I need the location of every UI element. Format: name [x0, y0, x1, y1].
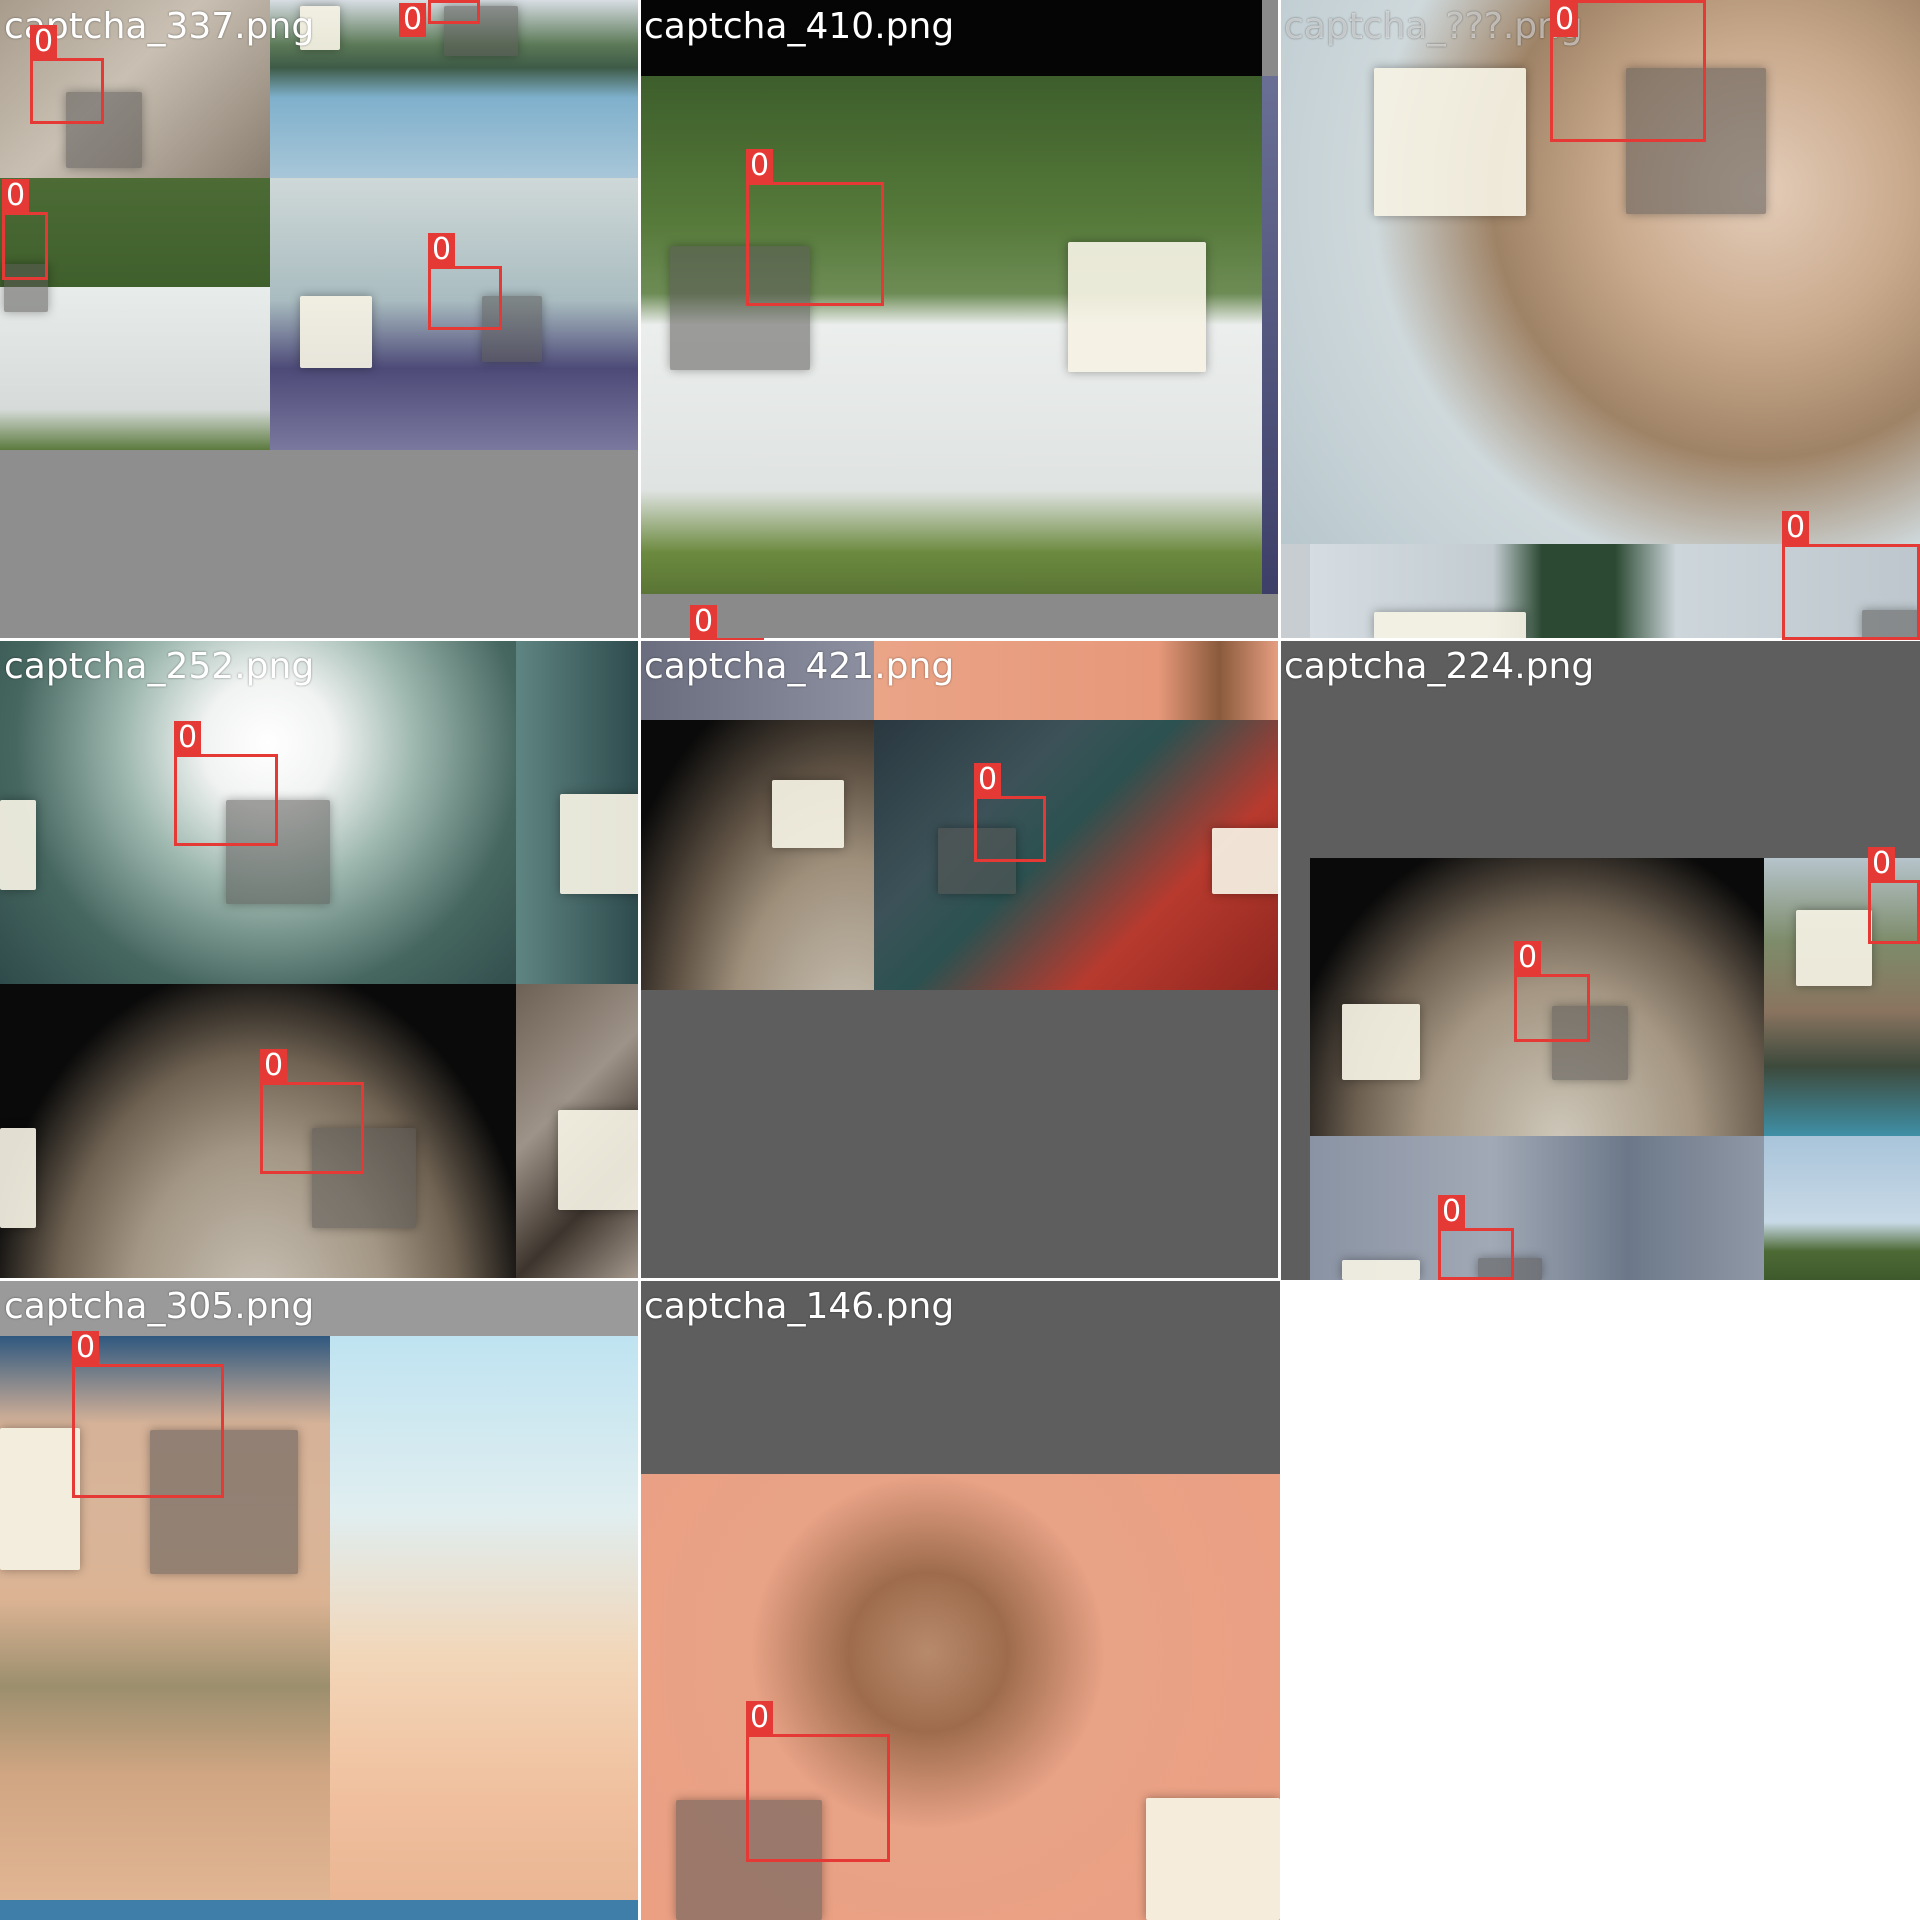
mosaic-tile-captcha-410[interactable]: 0 0 captcha_410.png: [640, 0, 1280, 640]
puzzle-piece[interactable]: [772, 780, 844, 848]
detection-class-label: 0: [1438, 1195, 1466, 1229]
puzzle-piece[interactable]: [1796, 910, 1872, 986]
detection-class-label: 0: [1551, 3, 1579, 37]
detection-class-label: 0: [399, 3, 427, 37]
detection-box: 0: [72, 1331, 224, 1498]
detection-class-label: 0: [746, 1701, 774, 1735]
detection-box: 0: [428, 233, 502, 330]
detection-class-label: 0: [1782, 511, 1810, 545]
detection-class-label: 0: [2, 179, 30, 213]
detection-class-label: 0: [690, 605, 718, 639]
mosaic-tile-captcha-224[interactable]: 0 0 0 captcha_224.png: [1280, 640, 1920, 1280]
puzzle-piece[interactable]: [558, 1110, 640, 1210]
tile-filename: captcha_224.png: [1284, 646, 1595, 687]
detection-box: 0: [746, 1701, 890, 1862]
tile-filename: captcha_305.png: [4, 1286, 315, 1327]
detection-box: 0: [690, 605, 764, 640]
detection-class-label: 0: [1514, 941, 1542, 975]
puzzle-piece[interactable]: [1374, 68, 1526, 216]
detection-class-label: 0: [260, 1049, 288, 1083]
empty-grid-cell: [1280, 1280, 1920, 1920]
jupiter-image: [640, 720, 874, 990]
mosaic-tile-captcha-woman[interactable]: 0 0 captcha_???.png: [1280, 0, 1920, 640]
grid-divider: [638, 0, 641, 1920]
puzzle-piece[interactable]: [300, 296, 372, 368]
puzzle-piece[interactable]: [1068, 242, 1206, 372]
detection-class-label: 0: [746, 149, 774, 183]
detection-box: 0: [1550, 0, 1706, 142]
puzzle-piece[interactable]: [1146, 1798, 1280, 1920]
puzzle-piece[interactable]: [0, 1428, 80, 1570]
tile-filename: captcha_146.png: [644, 1286, 955, 1327]
jupiter-image: [0, 984, 516, 1280]
puzzle-piece[interactable]: [1342, 1260, 1420, 1280]
detection-box: 0: [974, 763, 1046, 862]
detection-box: 0: [1438, 1195, 1514, 1280]
detection-box: 0: [1782, 511, 1920, 640]
tile-filename: captcha_421.png: [644, 646, 955, 687]
detection-box: 0: [399, 0, 480, 37]
detection-class-label: 0: [1868, 847, 1896, 881]
detection-class-label: 0: [174, 721, 202, 755]
tile-filename: captcha_410.png: [644, 6, 955, 47]
tile-filename: captcha_???.png: [1284, 6, 1583, 47]
detection-box: 0: [1868, 847, 1920, 944]
puzzle-piece[interactable]: [1374, 612, 1526, 640]
detection-box: 0: [30, 25, 104, 124]
mosaic-tile-captcha-252[interactable]: 0 0 captcha_252.png: [0, 640, 640, 1280]
mosaic-tile-captcha-337[interactable]: 0 0 0 0 captcha_337.png: [0, 0, 640, 640]
puzzle-piece[interactable]: [1212, 828, 1280, 894]
detection-box: 0: [260, 1049, 364, 1174]
grid-divider: [0, 1278, 1280, 1281]
detection-box: 0: [2, 179, 48, 280]
tile-filename: captcha_252.png: [4, 646, 315, 687]
detection-box: 0: [746, 149, 884, 306]
puzzle-piece[interactable]: [0, 800, 36, 890]
detection-class-label: 0: [974, 763, 1002, 797]
mosaic-tile-captcha-305[interactable]: 0 captcha_305.png: [0, 1280, 640, 1920]
mosaic-tile-captcha-146[interactable]: 0 captcha_146.png: [640, 1280, 1280, 1920]
detection-box: 0: [1514, 941, 1590, 1042]
sky-trees-image: [1764, 1136, 1920, 1280]
grid-divider: [0, 638, 1920, 641]
bottom-stripe: [0, 1900, 640, 1920]
puzzle-piece[interactable]: [0, 1128, 36, 1228]
detection-box: 0: [174, 721, 278, 846]
puzzle-piece[interactable]: [1342, 1004, 1420, 1080]
puzzle-piece[interactable]: [560, 794, 640, 894]
detection-class-label: 0: [30, 25, 58, 59]
detection-class-label: 0: [72, 1331, 100, 1365]
mosaic-tile-captcha-421[interactable]: 0 captcha_421.png: [640, 640, 1280, 1280]
detection-class-label: 0: [428, 233, 456, 267]
